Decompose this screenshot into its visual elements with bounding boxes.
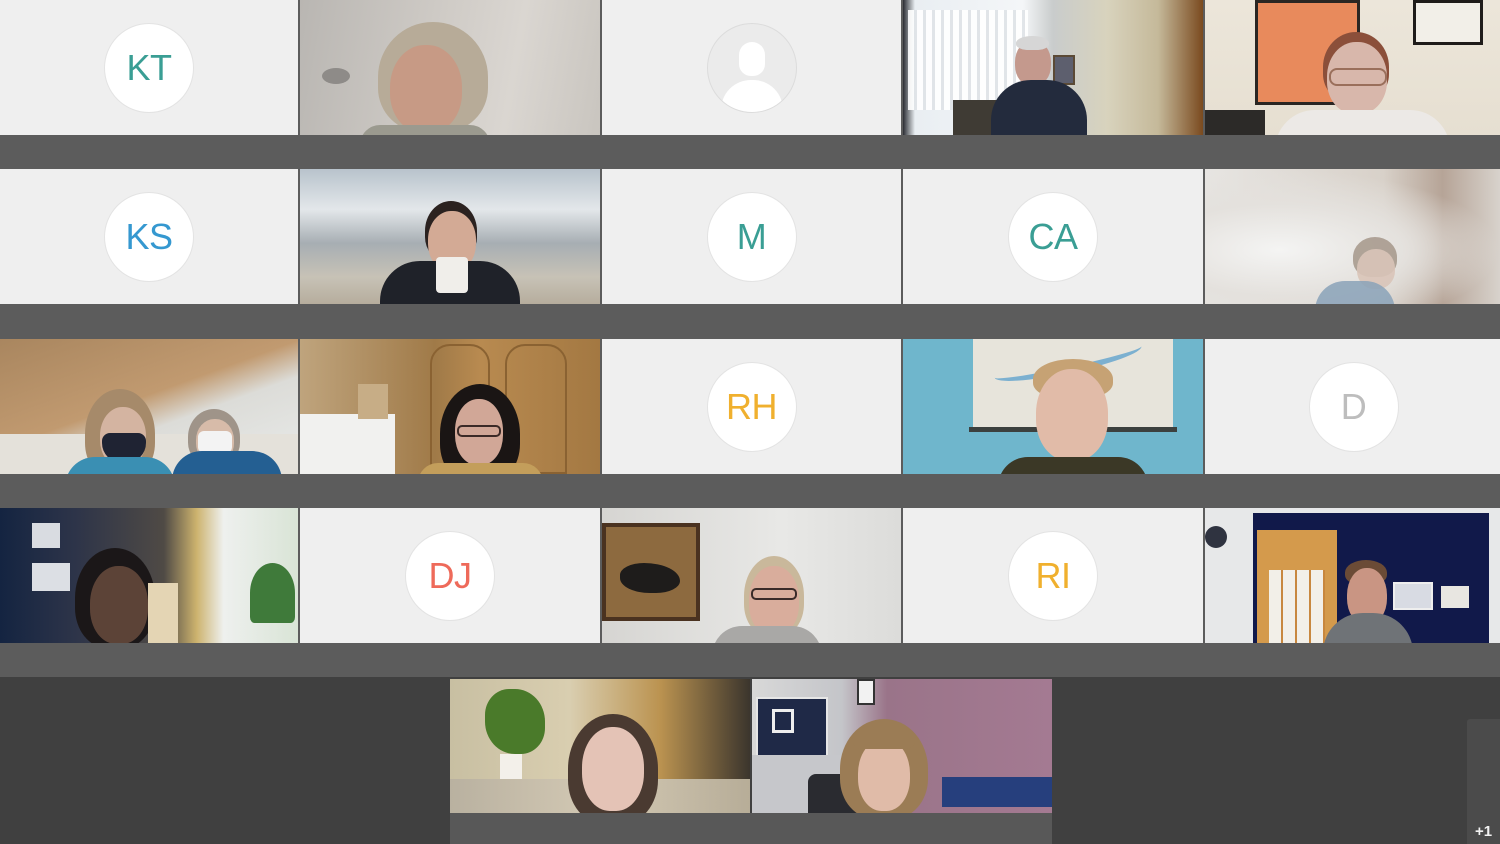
person-silhouette-icon <box>706 22 797 113</box>
avatar: DJ <box>405 530 495 621</box>
participant-video-tile[interactable] <box>0 508 298 643</box>
video-feed <box>300 169 600 304</box>
participant-video-tile[interactable] <box>1205 508 1500 643</box>
video-feed <box>1205 0 1500 135</box>
more-participants-button[interactable]: +1 <box>1467 719 1500 844</box>
participant-video-tile[interactable] <box>450 679 750 813</box>
avatar: RI <box>1008 530 1098 621</box>
video-feed <box>1205 508 1500 643</box>
gallery-row: DJ RI <box>0 508 1500 643</box>
participant-video-tile[interactable] <box>602 508 901 643</box>
gallery-row: RH D <box>0 339 1500 474</box>
video-feed <box>903 339 1203 474</box>
video-feed <box>300 0 600 135</box>
participant-tile-no-video[interactable] <box>602 0 901 135</box>
video-feed <box>1205 169 1500 304</box>
video-feed <box>450 679 750 813</box>
participant-video-tile[interactable] <box>1205 0 1500 135</box>
participant-video-tile[interactable] <box>903 339 1203 474</box>
participant-video-tile[interactable] <box>300 169 600 304</box>
participant-tile-ca[interactable]: CA <box>903 169 1203 304</box>
participant-tile-rh[interactable]: RH <box>602 339 901 474</box>
avatar: KT <box>104 22 194 113</box>
participant-video-tile[interactable] <box>903 0 1203 135</box>
participant-video-tile[interactable] <box>0 339 298 474</box>
participant-video-tile[interactable] <box>300 0 600 135</box>
avatar: KS <box>104 191 194 282</box>
participant-tile-d[interactable]: D <box>1205 339 1500 474</box>
overflow-count: +1 <box>1474 823 1493 840</box>
participant-video-tile[interactable] <box>1205 169 1500 304</box>
bottom-strip-bar <box>450 813 1052 844</box>
gallery-row: KT <box>0 0 1500 135</box>
video-gallery: KT KS M CA RH D DJ RI +1 <box>0 0 1500 844</box>
video-feed <box>602 508 901 643</box>
participant-video-tile[interactable] <box>752 679 1052 813</box>
participant-video-tile[interactable] <box>300 339 600 474</box>
participant-tile-ri[interactable]: RI <box>903 508 1203 643</box>
participant-tile-kt[interactable]: KT <box>0 0 298 135</box>
participant-tile-dj[interactable]: DJ <box>300 508 600 643</box>
participant-tile-m[interactable]: M <box>602 169 901 304</box>
video-feed <box>300 339 600 474</box>
video-feed <box>903 0 1203 135</box>
video-feed <box>752 679 1052 813</box>
video-feed <box>0 339 298 474</box>
avatar: RH <box>706 361 797 452</box>
avatar: D <box>1308 361 1399 452</box>
avatar: M <box>706 191 797 282</box>
avatar: CA <box>1008 191 1098 282</box>
video-feed <box>0 508 298 643</box>
participant-tile-ks[interactable]: KS <box>0 169 298 304</box>
gallery-row: KS M CA <box>0 169 1500 304</box>
